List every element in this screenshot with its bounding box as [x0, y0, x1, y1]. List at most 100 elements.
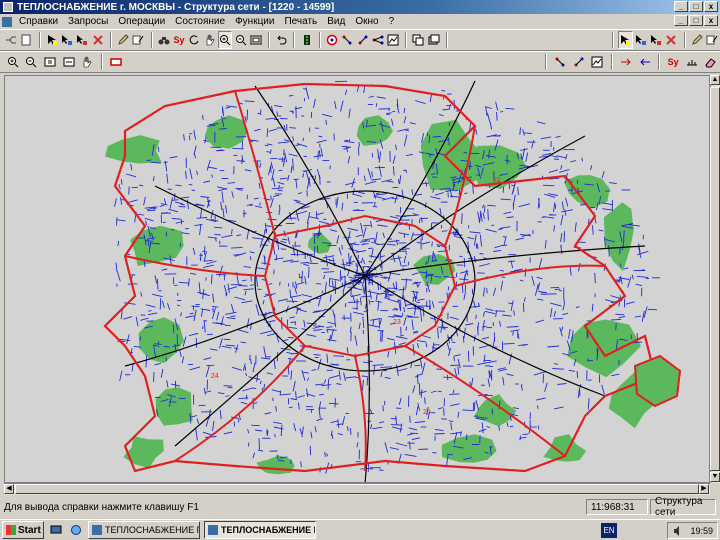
undo-icon[interactable]: [274, 31, 288, 49]
network-segment: [535, 319, 545, 324]
network-segment: [182, 336, 187, 347]
close-button[interactable]: x: [704, 1, 718, 12]
network-segment: [506, 216, 514, 219]
network-segment: [205, 418, 209, 427]
traffic-light-icon[interactable]: [299, 31, 313, 49]
deselect-icon[interactable]: [91, 31, 105, 49]
pan-hand-icon[interactable]: [202, 31, 216, 49]
deselect-icon-2[interactable]: [664, 31, 678, 49]
taskbar-item-2[interactable]: ТЕПЛОСНАБЖЕНИЕ Г. ...: [204, 521, 316, 539]
menu-sostoyanie[interactable]: Состояние: [170, 16, 230, 27]
mdi-close-button[interactable]: x: [704, 15, 718, 26]
network-segment: [171, 199, 179, 201]
horizontal-scroll-thumb[interactable]: [15, 484, 699, 494]
speaker-icon[interactable]: [672, 525, 684, 537]
pan-hand-icon-2[interactable]: [78, 53, 96, 71]
copy-icon[interactable]: [411, 31, 425, 49]
menu-vid[interactable]: Вид: [322, 16, 350, 27]
network-segment: [479, 234, 483, 247]
map-canvas[interactable]: 22 23 24 25: [4, 75, 710, 483]
network-segment: [446, 292, 449, 300]
zoom-extent-icon[interactable]: [41, 53, 59, 71]
network-segment: [474, 305, 481, 308]
menu-operatsii[interactable]: Операции: [113, 16, 170, 27]
measure-icon[interactable]: [683, 53, 701, 71]
maximize-button[interactable]: □: [689, 1, 703, 12]
menu-help[interactable]: ?: [384, 16, 400, 27]
network-segment: [393, 307, 399, 310]
network-segment: [341, 145, 350, 148]
select-area-icon[interactable]: [60, 31, 74, 49]
edit-icon-2[interactable]: [705, 31, 719, 49]
zoom-window-icon[interactable]: [249, 31, 263, 49]
network-segment: [130, 163, 133, 171]
vertical-scroll-thumb[interactable]: [710, 87, 720, 471]
node-link-icon[interactable]: [340, 31, 354, 49]
scroll-left-icon[interactable]: ◀: [4, 484, 14, 494]
network-segment: [448, 104, 452, 110]
menu-funktsii[interactable]: Функции: [230, 16, 279, 27]
scroll-right-icon[interactable]: ▶: [699, 484, 709, 494]
menu-zaprosy[interactable]: Запросы: [63, 16, 113, 27]
zoom-out-icon-2[interactable]: [23, 53, 41, 71]
menu-okno[interactable]: Окно: [350, 16, 383, 27]
rotate-icon[interactable]: [187, 31, 201, 49]
menu-spravki[interactable]: Справки: [14, 16, 63, 27]
chart-icon-2[interactable]: [589, 53, 607, 71]
select-arrow-icon-2[interactable]: [617, 31, 633, 49]
binoculars-icon[interactable]: [157, 31, 171, 49]
arrow-right-icon[interactable]: [617, 53, 635, 71]
node-connect-icon[interactable]: [355, 31, 369, 49]
select-area-icon-2[interactable]: [634, 31, 648, 49]
window-titlebar[interactable]: ТЕПЛОСНАБЖЕНИЕ г. МОСКВЫ - Структура сет…: [0, 0, 720, 14]
network-segment: [116, 217, 118, 226]
network-segment: [362, 361, 369, 364]
network-segment: [277, 181, 285, 185]
node-tree-icon[interactable]: [371, 31, 385, 49]
scroll-up-icon[interactable]: ▲: [710, 75, 720, 85]
network-segment: [500, 110, 504, 113]
zoom-in-icon-2[interactable]: [4, 53, 22, 71]
layers-icon[interactable]: [427, 31, 441, 49]
mdi-minimize-button[interactable]: _: [674, 15, 688, 26]
quicklaunch-desktop-icon[interactable]: [48, 522, 64, 538]
start-button[interactable]: Start: [2, 521, 44, 539]
mdi-restore-button[interactable]: □: [689, 15, 703, 26]
network-segment: [264, 412, 272, 415]
menu-pechat[interactable]: Печать: [279, 16, 322, 27]
zoom-previous-icon[interactable]: [60, 53, 78, 71]
network-segment: [540, 293, 546, 295]
pencil-icon-2[interactable]: [690, 31, 704, 49]
node-link-icon-2[interactable]: [551, 53, 569, 71]
select-arrow-icon[interactable]: [45, 31, 59, 49]
target-icon[interactable]: [325, 31, 339, 49]
network-segment: [483, 354, 486, 363]
document-icon[interactable]: [19, 31, 33, 49]
chart-icon[interactable]: [386, 31, 400, 49]
toolbar-separator: [150, 32, 153, 48]
language-indicator[interactable]: EN: [601, 523, 617, 538]
eraser-icon[interactable]: [702, 53, 720, 71]
minimize-button[interactable]: _: [674, 1, 688, 12]
find-symbol-icon-2[interactable]: Sy: [664, 53, 682, 71]
rectangle-icon[interactable]: [107, 53, 125, 71]
network-segment: [468, 257, 474, 260]
taskbar-item-1[interactable]: ТЕПЛОСНАБЖЕНИЕ Г. ...: [88, 521, 200, 539]
find-symbol-icon[interactable]: Sy: [172, 31, 186, 49]
network-icon[interactable]: [4, 31, 18, 49]
node-connect-icon-2[interactable]: [570, 53, 588, 71]
document-icon[interactable]: [2, 16, 12, 27]
zoom-in-icon[interactable]: [217, 31, 233, 49]
quicklaunch-browser-icon[interactable]: [68, 522, 84, 538]
vertical-scrollbar[interactable]: ▲ ▼: [710, 75, 720, 483]
network-segment: [333, 355, 345, 357]
scroll-down-icon[interactable]: ▼: [710, 472, 720, 482]
clock[interactable]: 19:59: [690, 526, 713, 536]
horizontal-scrollbar[interactable]: ◀ ▶: [4, 483, 710, 495]
edit-icon[interactable]: [131, 31, 145, 49]
pencil-icon[interactable]: [116, 31, 130, 49]
zoom-out-icon[interactable]: [233, 31, 247, 49]
arrow-left-icon[interactable]: [636, 53, 654, 71]
select-object-icon[interactable]: [75, 31, 89, 49]
select-object-icon-2[interactable]: [649, 31, 663, 49]
